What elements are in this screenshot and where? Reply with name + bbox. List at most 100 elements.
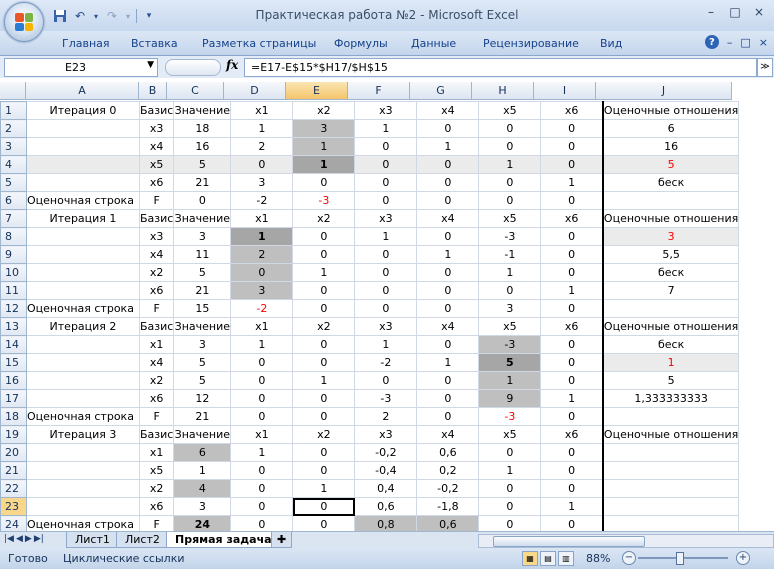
cell-i4[interactable]: 0 bbox=[540, 155, 604, 174]
insert-function-icon[interactable]: fx bbox=[226, 58, 238, 72]
cell-b1[interactable]: Базис bbox=[138, 101, 175, 120]
cell-e16[interactable]: 1 bbox=[292, 371, 356, 390]
cell-h4[interactable]: 1 bbox=[478, 155, 542, 174]
cell-j7[interactable]: Оценочные отношения bbox=[601, 209, 740, 228]
cell-c2[interactable]: 18 bbox=[173, 119, 232, 138]
cell-f17[interactable]: -3 bbox=[354, 389, 418, 408]
row-header[interactable]: 22 bbox=[0, 479, 27, 498]
next-sheet-icon[interactable]: ▶ bbox=[25, 534, 32, 544]
select-all-corner[interactable] bbox=[0, 82, 26, 100]
cell-b4[interactable]: x5 bbox=[138, 155, 175, 174]
cell-b13[interactable]: Базис bbox=[138, 317, 175, 336]
help-icon[interactable]: ? bbox=[704, 35, 719, 49]
cell-f6[interactable]: 0 bbox=[354, 191, 418, 210]
last-sheet-icon[interactable]: ▶| bbox=[34, 534, 44, 544]
workbook-restore-button[interactable]: □ bbox=[740, 36, 750, 49]
cell-h19[interactable]: x5 bbox=[478, 425, 542, 444]
cell-c1[interactable]: Значение bbox=[173, 101, 232, 120]
cell-f2[interactable]: 1 bbox=[354, 119, 418, 138]
sheet-tab-list1[interactable]: Лист1 bbox=[66, 532, 119, 548]
cell-e4[interactable]: 1 bbox=[292, 155, 356, 174]
cell-h12[interactable]: 3 bbox=[478, 299, 542, 318]
cell-f12[interactable]: 0 bbox=[354, 299, 418, 318]
cell-c14[interactable]: 3 bbox=[173, 335, 232, 354]
cell-i1[interactable]: x6 bbox=[540, 101, 604, 120]
tab-review[interactable]: Рецензирование bbox=[483, 37, 579, 50]
row-header[interactable]: 15 bbox=[0, 353, 27, 372]
cell-e19[interactable]: x2 bbox=[292, 425, 356, 444]
cell-b17[interactable]: x6 bbox=[138, 389, 175, 408]
cell-c8[interactable]: 3 bbox=[173, 227, 232, 246]
cell-d19[interactable]: x1 bbox=[230, 425, 294, 444]
row-header[interactable]: 2 bbox=[0, 119, 27, 138]
cell-a14[interactable] bbox=[26, 335, 140, 354]
cell-i12[interactable]: 0 bbox=[540, 299, 604, 318]
sheet-tab-list2[interactable]: Лист2 bbox=[116, 532, 169, 548]
cell-d16[interactable]: 0 bbox=[230, 371, 294, 390]
tab-insert[interactable]: Вставка bbox=[131, 37, 178, 50]
row-header[interactable]: 3 bbox=[0, 137, 27, 156]
cell-j6[interactable] bbox=[601, 191, 740, 210]
cell-i8[interactable]: 0 bbox=[540, 227, 604, 246]
row-header[interactable]: 17 bbox=[0, 389, 27, 408]
cell-g18[interactable]: 0 bbox=[416, 407, 480, 426]
horizontal-scrollbar[interactable] bbox=[478, 534, 774, 548]
cell-b10[interactable]: x2 bbox=[138, 263, 175, 282]
cell-g10[interactable]: 0 bbox=[416, 263, 480, 282]
cell-g1[interactable]: x4 bbox=[416, 101, 480, 120]
cell-g9[interactable]: 1 bbox=[416, 245, 480, 264]
cell-e11[interactable]: 0 bbox=[292, 281, 356, 300]
cell-a20[interactable] bbox=[26, 443, 140, 462]
cell-c20[interactable]: 6 bbox=[173, 443, 232, 462]
cell-c7[interactable]: Значение bbox=[173, 209, 232, 228]
cell-h20[interactable]: 0 bbox=[478, 443, 542, 462]
cell-a12[interactable]: Оценочная строка bbox=[26, 299, 140, 318]
cell-a17[interactable] bbox=[26, 389, 140, 408]
cell-g17[interactable]: 0 bbox=[416, 389, 480, 408]
cell-c9[interactable]: 11 bbox=[173, 245, 232, 264]
cell-d9[interactable]: 2 bbox=[230, 245, 294, 264]
cell-d18[interactable]: 0 bbox=[230, 407, 294, 426]
cell-j23[interactable] bbox=[601, 497, 740, 516]
cell-j10[interactable]: беск bbox=[601, 263, 740, 282]
row-header[interactable]: 20 bbox=[0, 443, 27, 462]
column-header-e[interactable]: E bbox=[286, 82, 348, 100]
cell-d3[interactable]: 2 bbox=[230, 137, 294, 156]
cell-g16[interactable]: 0 bbox=[416, 371, 480, 390]
cell-i2[interactable]: 0 bbox=[540, 119, 604, 138]
page-layout-view-icon[interactable]: ▤ bbox=[540, 551, 556, 566]
cell-f14[interactable]: 1 bbox=[354, 335, 418, 354]
cell-j14[interactable]: беск bbox=[601, 335, 740, 354]
cell-d23[interactable]: 0 bbox=[230, 497, 294, 516]
cell-i9[interactable]: 0 bbox=[540, 245, 604, 264]
cell-c11[interactable]: 21 bbox=[173, 281, 232, 300]
cell-f11[interactable]: 0 bbox=[354, 281, 418, 300]
cell-a5[interactable] bbox=[26, 173, 140, 192]
cell-g2[interactable]: 0 bbox=[416, 119, 480, 138]
cell-j8[interactable]: 3 bbox=[601, 227, 740, 246]
page-break-view-icon[interactable]: ▥ bbox=[558, 551, 574, 566]
prev-sheet-icon[interactable]: ◀ bbox=[16, 534, 23, 544]
cell-f21[interactable]: -0,4 bbox=[354, 461, 418, 480]
maximize-button[interactable]: □ bbox=[724, 4, 746, 20]
column-header-f[interactable]: F bbox=[348, 82, 410, 100]
cell-e20[interactable]: 0 bbox=[292, 443, 356, 462]
cell-c3[interactable]: 16 bbox=[173, 137, 232, 156]
cell-a23[interactable] bbox=[26, 497, 140, 516]
cell-i16[interactable]: 0 bbox=[540, 371, 604, 390]
cell-a9[interactable] bbox=[26, 245, 140, 264]
zoom-in-icon[interactable]: + bbox=[736, 551, 750, 565]
cell-e7[interactable]: x2 bbox=[292, 209, 356, 228]
cell-d11[interactable]: 3 bbox=[230, 281, 294, 300]
cell-h1[interactable]: x5 bbox=[478, 101, 542, 120]
cell-d12[interactable]: -2 bbox=[230, 299, 294, 318]
row-header[interactable]: 11 bbox=[0, 281, 27, 300]
cell-j16[interactable]: 5 bbox=[601, 371, 740, 390]
tab-data[interactable]: Данные bbox=[411, 37, 456, 50]
cell-b21[interactable]: x5 bbox=[138, 461, 175, 480]
cell-f13[interactable]: x3 bbox=[354, 317, 418, 336]
cell-g12[interactable]: 0 bbox=[416, 299, 480, 318]
cell-h10[interactable]: 1 bbox=[478, 263, 542, 282]
cell-i6[interactable]: 0 bbox=[540, 191, 604, 210]
cell-h13[interactable]: x5 bbox=[478, 317, 542, 336]
